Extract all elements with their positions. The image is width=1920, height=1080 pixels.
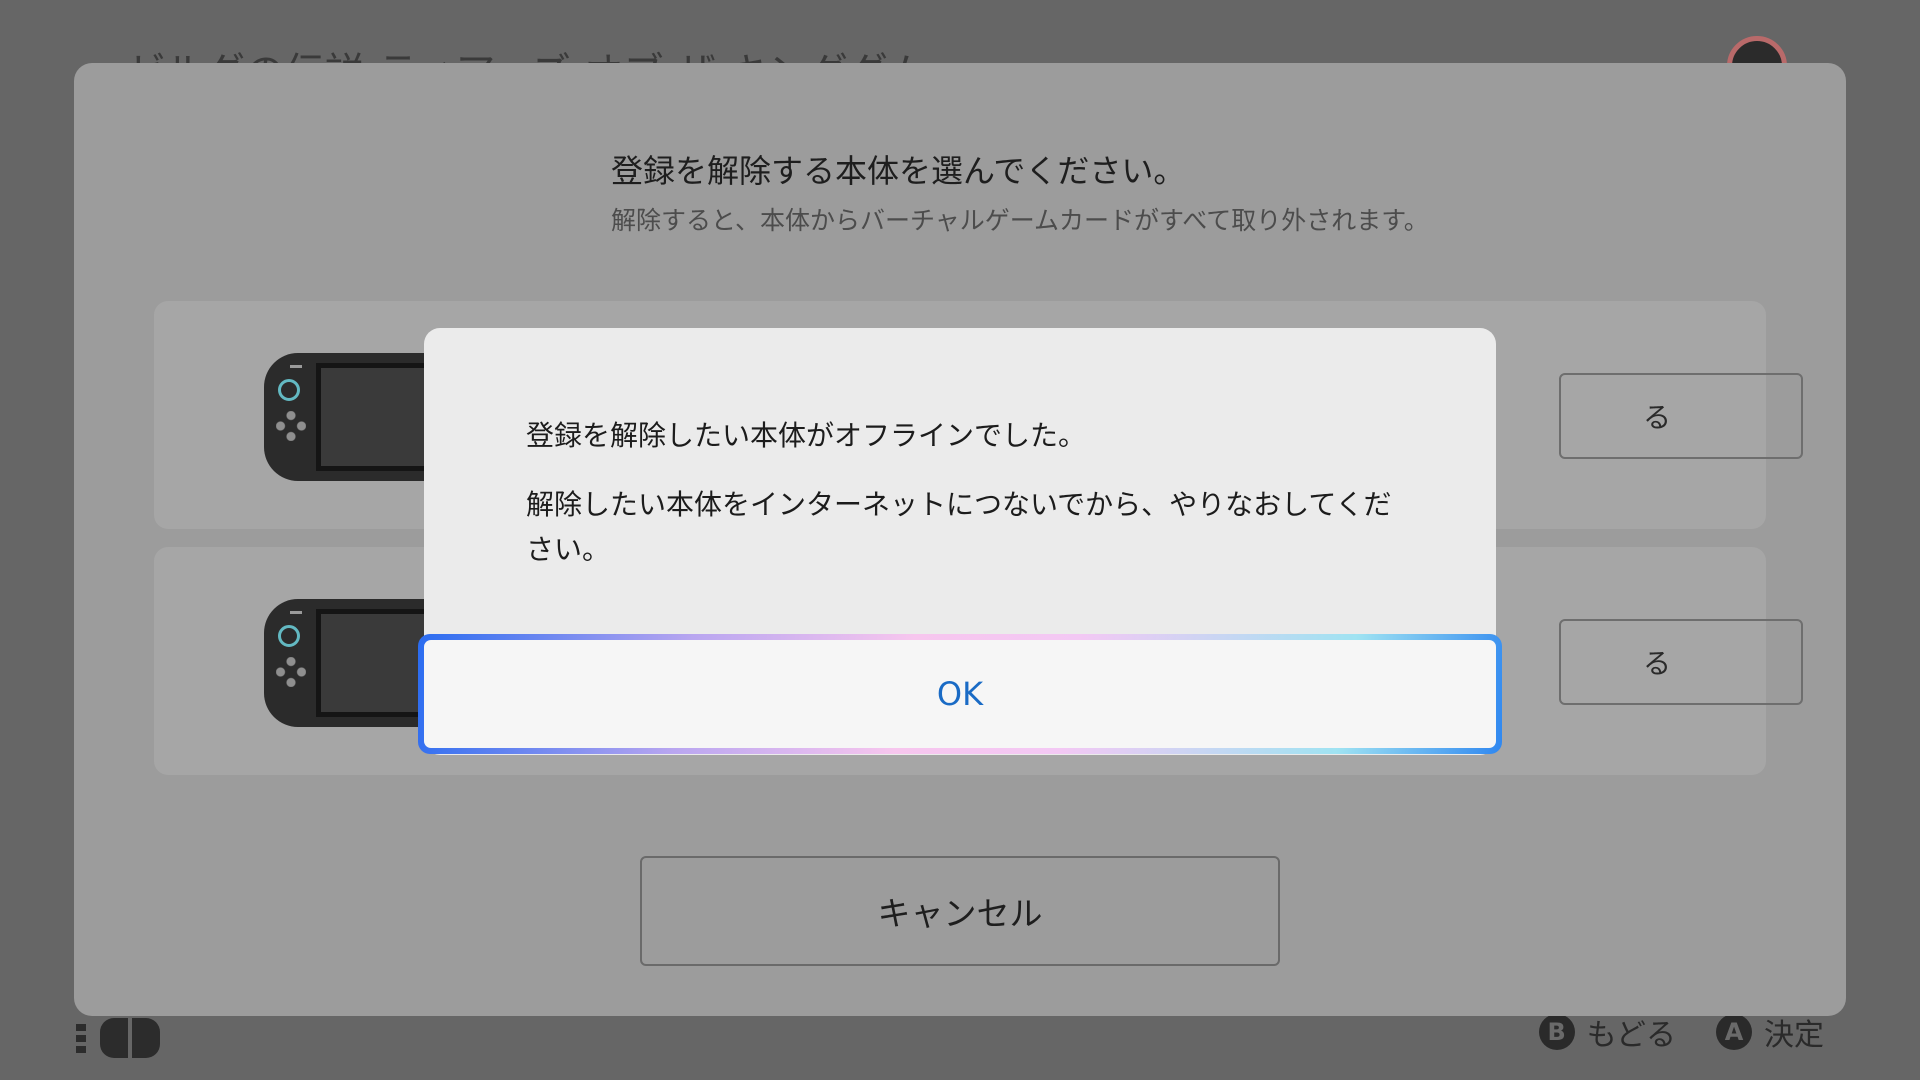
cancel-button[interactable]: キャンセル	[640, 856, 1280, 966]
joycon-left-icon	[100, 1018, 128, 1058]
minus-button-icon	[290, 611, 302, 614]
dpad-icon	[276, 657, 306, 687]
b-button-icon: B	[1538, 1014, 1575, 1050]
footer-actions: B もどる A 決定	[1538, 1010, 1824, 1054]
controller-icon	[72, 1018, 167, 1058]
focus-highlight: OK	[418, 634, 1502, 754]
back-label: もどる	[1586, 1018, 1676, 1053]
analog-stick-icon	[278, 379, 300, 401]
unregister-button[interactable]: る	[1559, 373, 1803, 459]
minus-button-icon	[290, 365, 302, 368]
sheet-subheading: 解除すると、本体からバーチャルゲームカードがすべて取り外されます。	[611, 206, 1429, 235]
confirm-label: 決定	[1764, 1018, 1824, 1053]
back-hint[interactable]: B もどる	[1538, 1010, 1676, 1054]
dialog-line-2: 解除したい本体をインターネットにつないでから、やりなおしてください。	[526, 487, 1392, 566]
analog-stick-icon	[278, 625, 300, 647]
dialog-message: 登録を解除したい本体がオフラインでした。 解除したい本体をインターネットにつない…	[526, 414, 1406, 596]
unregister-button[interactable]: る	[1559, 619, 1803, 705]
controller-dots	[76, 1024, 86, 1054]
joycon-right-icon	[132, 1018, 160, 1058]
a-button-icon: A	[1716, 1014, 1752, 1050]
offline-alert-dialog: 登録を解除したい本体がオフラインでした。 解除したい本体をインターネットにつない…	[418, 328, 1502, 755]
dpad-icon	[276, 411, 306, 441]
dialog-line-1: 登録を解除したい本体がオフラインでした。	[526, 419, 1087, 452]
confirm-hint[interactable]: A 決定	[1716, 1010, 1824, 1054]
ok-button[interactable]: OK	[424, 640, 1496, 748]
sheet-heading: 登録を解除する本体を選んでください。	[611, 152, 1186, 190]
